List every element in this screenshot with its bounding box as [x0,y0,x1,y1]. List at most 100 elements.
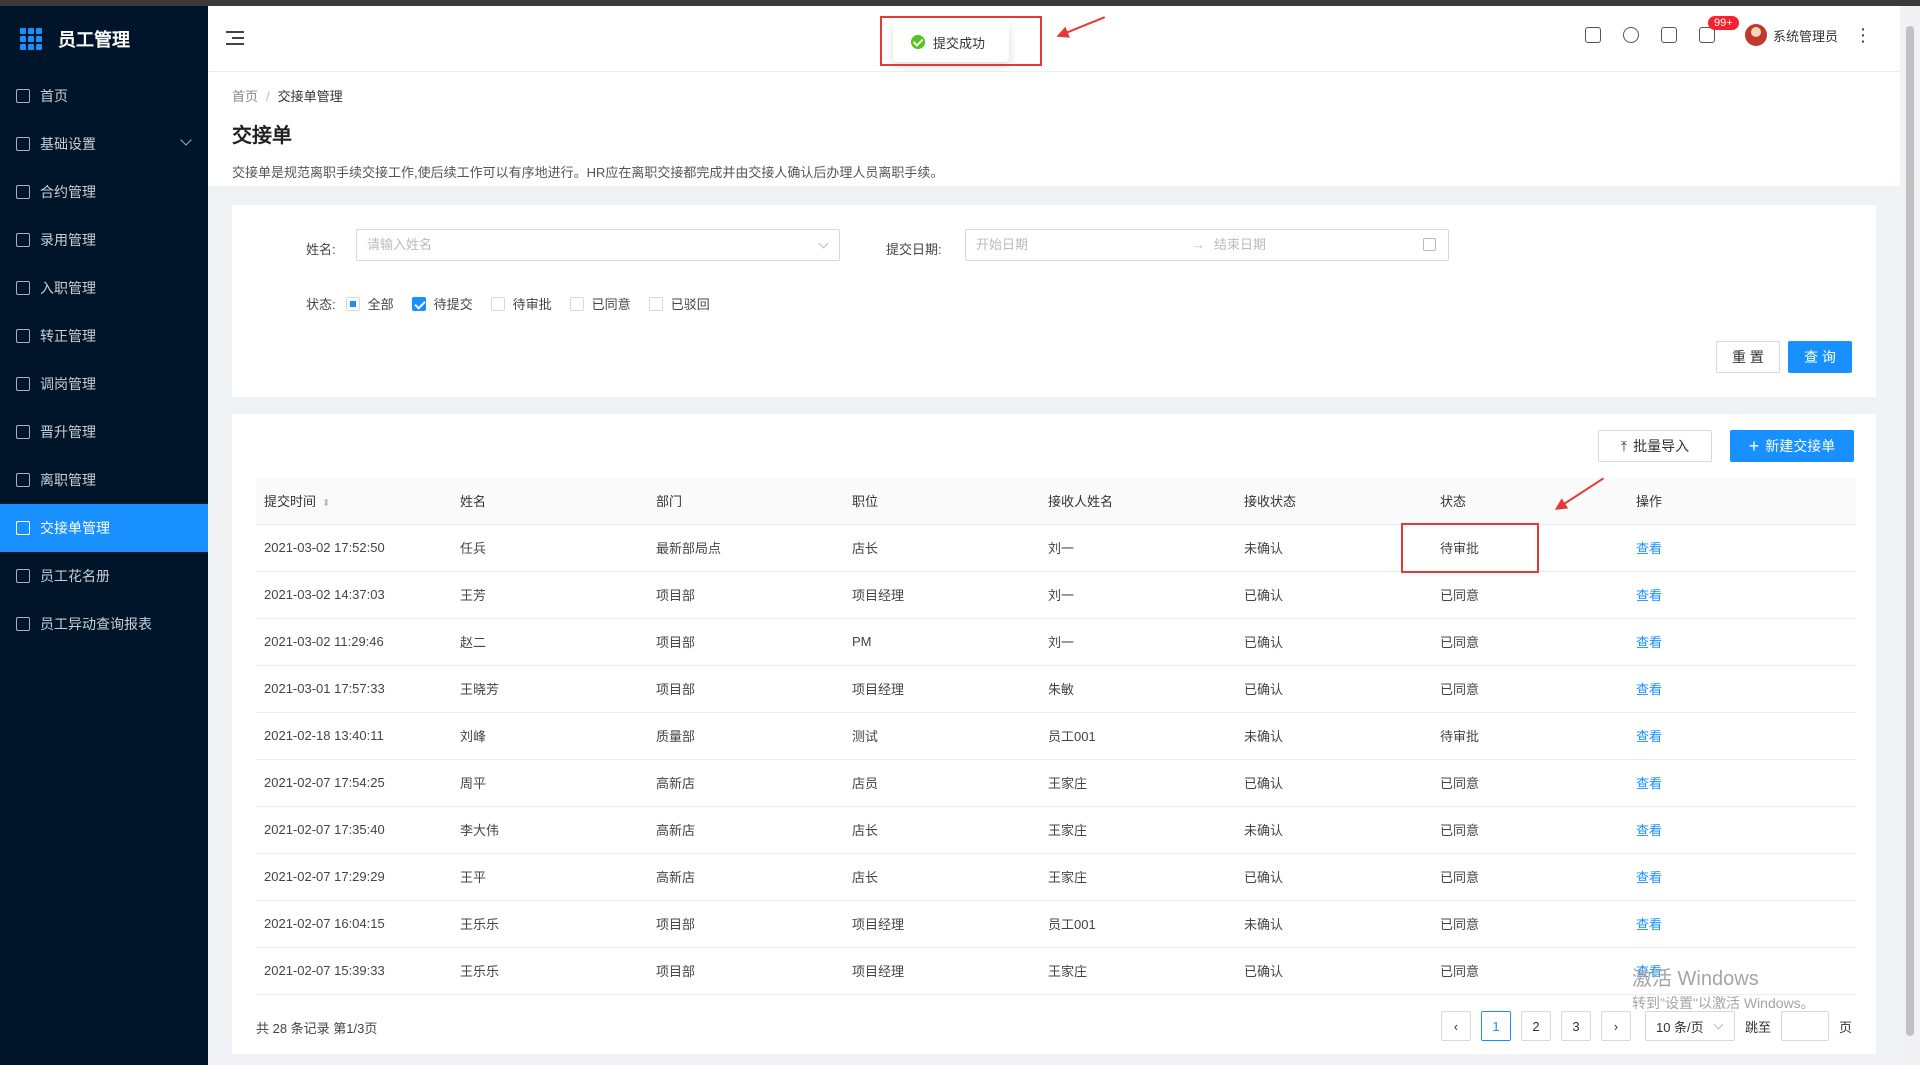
table-cell: 王晓芳 [452,665,648,713]
table-cell: 项目经理 [844,947,1040,995]
batch-import-button[interactable]: ⤒ 批量导入 [1598,430,1712,462]
sidebar-item-label: 首页 [40,88,68,104]
menu-item-icon [16,377,30,391]
checkbox[interactable] [569,296,584,311]
sidebar-item-5[interactable]: 转正管理 [0,312,208,360]
table-cell: 刘一 [1040,618,1236,666]
help-icon[interactable] [1622,27,1639,43]
status-option-2[interactable]: 待审批 [490,294,552,313]
view-link[interactable]: 查看 [1628,759,1856,807]
batch-import-label: 批量导入 [1633,438,1690,454]
sidebar-item-6[interactable]: 调岗管理 [0,360,208,408]
sidebar-item-4[interactable]: 入职管理 [0,264,208,312]
view-link[interactable]: 查看 [1628,900,1856,948]
prev-page-button[interactable]: ‹ [1440,1011,1471,1041]
breadcrumb-home[interactable]: 首页 [232,89,258,104]
table-cell: 2021-03-01 17:57:33 [256,665,452,713]
chevron-down-icon [1713,1019,1724,1030]
table-cell: 2021-02-18 13:40:11 [256,712,452,760]
date-range-picker[interactable]: 开始日期 → 结束日期 [965,229,1449,261]
table-cell: 待审批 [1432,712,1628,760]
page-1-button[interactable]: 1 [1480,1011,1511,1041]
next-page-button[interactable]: › [1600,1011,1631,1041]
table-cell: 项目经理 [844,665,1040,713]
sidebar-item-2[interactable]: 合约管理 [0,168,208,216]
sidebar-item-label: 入职管理 [40,280,96,296]
table-cell: 赵二 [452,618,648,666]
status-filter: 状态: 全部 待提交 待审批 已同意 已驳回 [306,294,728,313]
view-link[interactable]: 查看 [1628,712,1856,760]
checkbox[interactable] [411,296,426,311]
table-body: 2021-03-02 17:52:50 任兵 最新部局点 店长 刘一 未确认 待审批 查看 20… [256,524,1856,995]
jump-label: 跳至 [1744,1019,1771,1035]
table-cell: 2021-03-02 11:29:46 [256,618,452,666]
sort-icon[interactable]: ⬍ [322,498,330,509]
chevron-down-icon [180,134,192,146]
new-handover-label: 新建交接单 [1765,438,1836,454]
table-cell: 已同意 [1432,947,1628,995]
sidebar-item-11[interactable]: 员工异动查询报表 [0,600,208,648]
page-2-button[interactable]: 2 [1520,1011,1551,1041]
filter-card: 姓名: 请输入姓名 提交日期: 开始日期 → 结束日期 状态: 全部 待提交 待审批… [232,205,1876,397]
search-button[interactable]: 查 询 [1788,341,1852,373]
table-cell: 测试 [844,712,1040,760]
sidebar-item-3[interactable]: 录用管理 [0,216,208,264]
home-icon[interactable] [1584,27,1601,43]
col-submit-time[interactable]: 提交时间 ⬍ [256,478,452,525]
table-cell: PM [844,618,1040,666]
table-cell: 已确认 [1236,759,1432,807]
view-link[interactable]: 查看 [1628,806,1856,854]
status-option-0[interactable]: 全部 [345,294,394,313]
page-size-select[interactable]: 10 条/页 [1644,1011,1735,1041]
page-scrollbar[interactable] [1904,6,1916,1065]
apps-icon[interactable] [1660,27,1677,43]
more-vertical-icon[interactable]: ⋮ [1854,26,1872,44]
plus-icon: + [1748,435,1760,456]
table-cell: 王芳 [452,571,648,619]
table-row: 2021-02-07 17:29:29 王平 高新店 店长 王家庄 已确认 已同意 查看 [256,853,1856,901]
table-cell: 高新店 [648,853,844,901]
checkbox[interactable] [345,296,360,311]
page-3-button[interactable]: 3 [1560,1011,1591,1041]
table-cell: 未确认 [1236,900,1432,948]
watermark-line2: 转到"设置"以激活 Windows。 [1632,995,1815,1011]
view-link[interactable]: 查看 [1628,618,1856,666]
table-cell: 项目部 [648,947,844,995]
checkbox[interactable] [490,296,505,311]
header-actions: 99+ 系统管理员 ⋮ [1563,16,1872,46]
reset-button[interactable]: 重 置 [1716,341,1780,373]
status-option-3[interactable]: 已同意 [569,294,631,313]
sidebar-item-9[interactable]: 交接单管理 [0,504,208,552]
view-link[interactable]: 查看 [1628,853,1856,901]
avatar[interactable] [1744,24,1767,46]
sidebar-item-8[interactable]: 离职管理 [0,456,208,504]
table-cell: 周平 [452,759,648,807]
menu-collapse-icon[interactable] [226,31,244,45]
table-cell: 刘一 [1040,571,1236,619]
sidebar-item-1[interactable]: 基础设置 [0,120,208,168]
name-select[interactable]: 请输入姓名 [356,229,840,261]
status-option-4[interactable]: 已驳回 [648,294,710,313]
username[interactable]: 系统管理员 [1773,26,1838,45]
col-position: 职位 [844,478,1040,525]
table-cell: 已同意 [1432,806,1628,854]
menu-item-icon [16,233,30,247]
sidebar-item-label: 合约管理 [40,184,96,200]
scrollbar-thumb[interactable] [1906,26,1914,1036]
date-start-placeholder: 开始日期 [976,237,1029,252]
view-link[interactable]: 查看 [1628,571,1856,619]
view-link[interactable]: 查看 [1628,524,1856,572]
pagination: ‹ 1 2 3 › 10 条/页 跳至 页 [1431,1011,1852,1041]
view-link[interactable]: 查看 [1628,665,1856,713]
sidebar-item-10[interactable]: 员工花名册 [0,552,208,600]
bell-icon[interactable]: 99+ [1698,16,1739,43]
status-checkbox-group: 全部 待提交 待审批 已同意 已驳回 [345,294,728,313]
status-option-1[interactable]: 待提交 [411,294,473,313]
sidebar-item-0[interactable]: 首页 [0,72,208,120]
chevron-down-icon [818,238,829,249]
sidebar-item-7[interactable]: 晋升管理 [0,408,208,456]
table-cell: 王乐乐 [452,947,648,995]
new-handover-button[interactable]: + 新建交接单 [1730,430,1854,462]
checkbox[interactable] [648,296,663,311]
jump-page-input[interactable] [1780,1011,1829,1041]
